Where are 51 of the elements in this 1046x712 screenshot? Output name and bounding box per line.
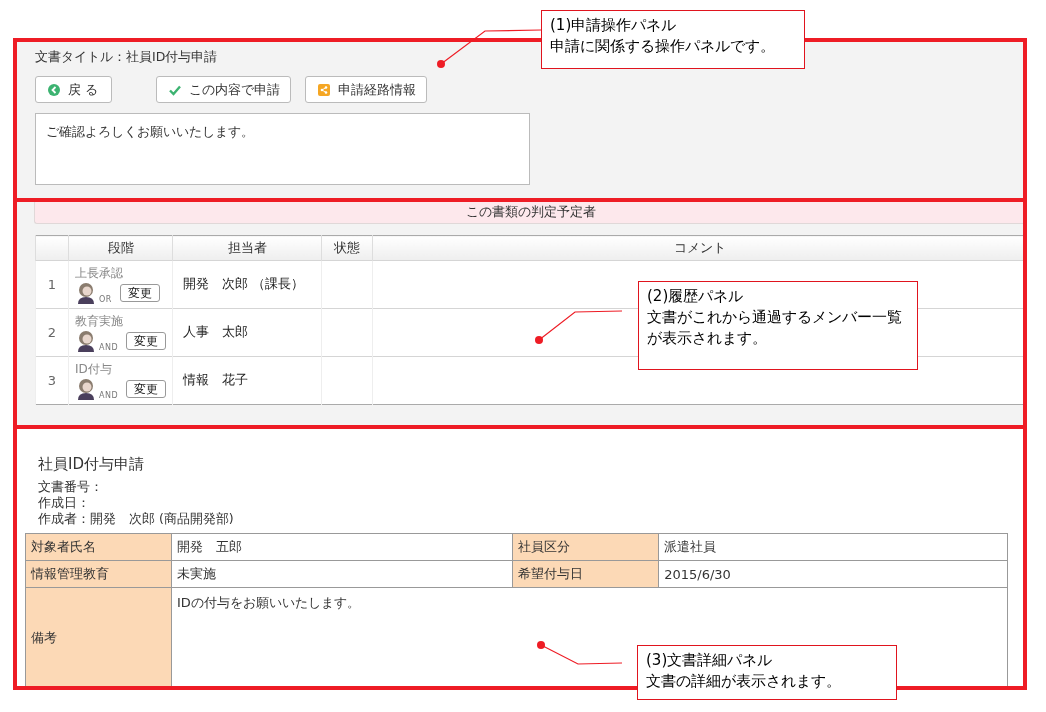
submit-button[interactable]: この内容で申請 [156,76,291,103]
callout-text: 申請に関係する操作パネルです。 [550,36,776,57]
field-value: 2015/6/30 [658,560,1008,588]
table-header: コメント [372,235,1026,261]
table-header: 状態 [321,235,373,261]
table-cell: 2 [35,308,69,357]
approval-mode: OR [99,295,112,304]
document-meta: 作成日： [38,495,91,511]
stage-name: 教育実施 [75,313,124,330]
approval-mode: AND [99,391,119,400]
table-cell: 3 [35,356,69,405]
field-label: 備考 [25,587,172,686]
field-value: 未実施 [171,560,513,588]
table-cell: 1 [35,260,69,309]
checkmark-icon [169,83,181,96]
table-cell: 開発 次郎 （課長） [172,260,322,309]
stage-name: 上長承認 [75,265,124,282]
approval-mode: AND [99,343,119,352]
person-avatar-icon [75,330,97,352]
share-icon [318,83,330,96]
person-avatar-icon [75,282,97,304]
document-heading: 社員ID付与申請 [38,455,145,474]
stage-name: ID付与 [75,361,113,378]
back-arrow-icon [48,83,60,96]
comment-field[interactable]: ご確認よろしくお願いいたします。 [35,113,530,185]
callout-title: (2)履歴パネル [647,286,745,307]
field-value: 派遣社員 [658,533,1008,561]
table-header: 担当者 [172,235,322,261]
approvers-header: この書類の判定予定者 [34,200,1026,224]
callout-title: (1)申請操作パネル [550,15,678,36]
change-button[interactable]: 変更 [126,332,167,350]
callout-text: 文書がこれから通過するメンバー一覧が表示されます。 [647,307,903,349]
field-label: 対象者氏名 [25,533,172,561]
change-button[interactable]: 変更 [119,284,160,302]
callout-text: 文書の詳細が表示されます。 [646,671,842,692]
field-label: 社員区分 [512,533,659,561]
table-header [35,235,69,261]
route-button[interactable]: 申請経路情報 [305,76,427,103]
table-cell: 情報 花子 [172,356,322,405]
table-header: 段階 [68,235,173,261]
document-meta: 文書番号： [38,479,104,495]
field-value: 開発 五郎 [171,533,513,561]
table-cell: 人事 太郎 [172,308,322,357]
change-button[interactable]: 変更 [126,380,167,398]
callout-title: (3)文書詳細パネル [646,650,774,671]
back-button[interactable]: 戻 る [35,76,112,103]
document-meta: 作成者：開発 次郎 (商品開発部) [38,511,235,527]
field-label: 情報管理教育 [25,560,172,588]
document-title: 文書タイトル：社員ID付与申請 [35,49,218,66]
field-label: 希望付与日 [512,560,659,588]
person-avatar-icon [75,378,97,400]
